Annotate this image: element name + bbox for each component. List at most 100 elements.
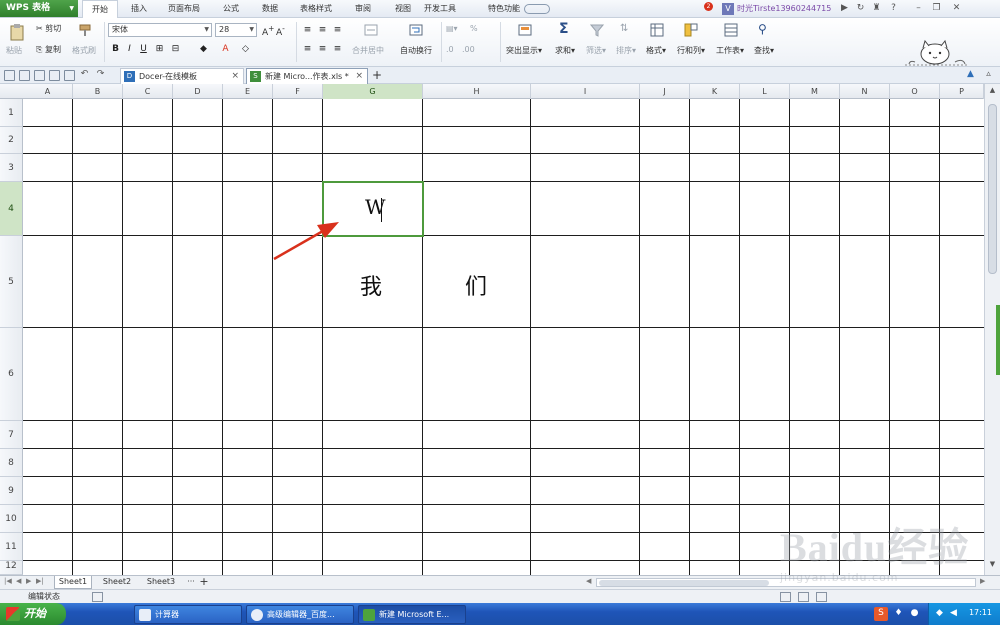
last-sheet-icon[interactable]: ▶| xyxy=(36,577,44,585)
close-icon[interactable]: × xyxy=(355,69,363,84)
number-format-icon[interactable]: ▤▾ xyxy=(446,24,458,33)
minimize-icon[interactable]: – xyxy=(912,2,925,15)
format-painter-button[interactable]: 格式刷 xyxy=(72,45,96,56)
scrollbar-thumb[interactable] xyxy=(988,104,997,274)
sort-icon[interactable]: ⇅ xyxy=(620,23,628,34)
row-header-9[interactable]: 9 xyxy=(0,477,23,505)
tab-data[interactable]: 数据 xyxy=(255,0,285,17)
tray-icon[interactable]: ♦ xyxy=(892,607,905,620)
column-header-g[interactable]: G xyxy=(323,84,423,99)
font-size-select[interactable]: 28 ▼ xyxy=(215,23,257,37)
wrap-text-button[interactable]: 自动换行 xyxy=(400,45,432,56)
italic-button[interactable]: I xyxy=(124,43,135,55)
next-sheet-icon[interactable]: ▶ xyxy=(26,577,31,585)
sort-button[interactable]: 排序▾ xyxy=(616,45,636,56)
column-header-n[interactable]: N xyxy=(840,84,890,99)
paste-icon[interactable] xyxy=(8,23,26,41)
tab-review[interactable]: 审阅 xyxy=(348,0,378,17)
align-top-icon[interactable]: ≡ xyxy=(302,24,313,36)
tab-insert[interactable]: 插入 xyxy=(124,0,154,17)
tab-view[interactable]: 视图 xyxy=(388,0,418,17)
macro-record-icon[interactable] xyxy=(92,592,103,602)
align-right-icon[interactable]: ≡ xyxy=(332,43,343,55)
side-panel-handle[interactable] xyxy=(996,305,1000,375)
tab-special-features[interactable]: 特色功能 xyxy=(484,0,524,17)
highlight-button[interactable]: 突出显示▾ xyxy=(506,45,542,56)
cut-button[interactable]: ✂ 剪切 xyxy=(36,23,61,34)
tab-workbook[interactable]: S 新建 Micro...作表.xls * × xyxy=(246,68,368,84)
row-header-6[interactable]: 6 xyxy=(0,328,23,421)
first-sheet-icon[interactable]: |◀ xyxy=(4,577,12,585)
vip-user-icon[interactable]: V xyxy=(722,3,734,15)
format-icon[interactable] xyxy=(650,23,664,37)
row-header-7[interactable]: 7 xyxy=(0,421,23,449)
row-header-11[interactable]: 11 xyxy=(0,533,23,561)
column-header-i[interactable]: I xyxy=(531,84,640,99)
decrease-decimal-icon[interactable]: .00 xyxy=(462,45,475,54)
row-header-12[interactable]: 12 xyxy=(0,561,23,575)
merge-center-button[interactable]: 合并居中 xyxy=(352,45,384,56)
fill-color-icon[interactable]: ◆ xyxy=(198,43,209,55)
column-header-e[interactable]: E xyxy=(223,84,273,99)
column-header-o[interactable]: O xyxy=(890,84,940,99)
align-left-icon[interactable]: ≡ xyxy=(302,43,313,55)
align-center-icon[interactable]: ≡ xyxy=(317,43,328,55)
tab-docer-templates[interactable]: D Docer-在线模板 × xyxy=(120,68,244,84)
row-header-4[interactable]: 4 xyxy=(0,182,23,236)
scroll-down-icon[interactable]: ▼ xyxy=(985,560,1000,572)
print-icon[interactable] xyxy=(49,70,60,81)
tray-icon[interactable]: ● xyxy=(908,607,921,620)
borders-icon[interactable]: ⊞ xyxy=(154,43,165,55)
row-header-3[interactable]: 3 xyxy=(0,154,23,182)
scroll-right-icon[interactable]: ▶ xyxy=(980,577,985,585)
highlight-icon[interactable] xyxy=(518,23,532,37)
redo-icon[interactable]: ↷ xyxy=(94,68,107,81)
sheet-tab-sheet1[interactable]: Sheet1 xyxy=(54,576,92,589)
merge-center-icon[interactable] xyxy=(364,23,378,37)
column-header-m[interactable]: M xyxy=(790,84,840,99)
row-header-10[interactable]: 10 xyxy=(0,505,23,533)
taskbar-item-browser[interactable]: 高级编辑器_百度... xyxy=(246,605,354,624)
upload-icon[interactable]: ▲ xyxy=(964,68,977,81)
spreadsheet-grid[interactable]: W 我 们 xyxy=(23,99,984,575)
font-name-select[interactable]: 宋体 ▼ xyxy=(108,23,212,37)
underline-button[interactable]: U xyxy=(138,43,149,55)
cloud-icon[interactable] xyxy=(524,4,550,14)
tab-table-style[interactable]: 表格样式 xyxy=(294,0,338,17)
scroll-left-icon[interactable]: ◀ xyxy=(586,577,591,585)
notification-badge[interactable]: 2 xyxy=(704,2,713,11)
print-preview-icon[interactable] xyxy=(64,70,75,81)
increase-font-size-button[interactable]: A+ xyxy=(262,24,274,38)
more-sheets-icon[interactable]: ··· xyxy=(184,576,198,589)
tab-page-layout[interactable]: 页面布局 xyxy=(162,0,206,17)
column-header-c[interactable]: C xyxy=(123,84,173,99)
user-account-name[interactable]: 时光Tirste13960244715 xyxy=(737,0,831,17)
sheet-tab-sheet2[interactable]: Sheet2 xyxy=(98,576,136,589)
worksheet-button[interactable]: 工作表▾ xyxy=(716,45,744,56)
column-header-p[interactable]: P xyxy=(940,84,984,99)
tab-developer-tools[interactable]: 开发工具 xyxy=(420,0,460,17)
filter-button[interactable]: 筛选▾ xyxy=(586,45,606,56)
wrap-text-icon[interactable] xyxy=(409,23,423,37)
column-header-j[interactable]: J xyxy=(640,84,690,99)
refresh-icon[interactable]: ↻ xyxy=(854,2,867,15)
tab-formula[interactable]: 公式 xyxy=(216,0,246,17)
skin-icon[interactable]: ♜ xyxy=(870,2,883,15)
bold-button[interactable]: B xyxy=(110,43,121,55)
row-header-5[interactable]: 5 xyxy=(0,236,23,328)
undo-icon[interactable]: ↶ xyxy=(78,68,91,81)
volume-icon[interactable]: ◀ xyxy=(947,607,960,620)
close-icon[interactable]: ✕ xyxy=(950,2,963,15)
restore-icon[interactable]: ❐ xyxy=(930,2,943,15)
tab-start[interactable]: 开始 xyxy=(82,0,118,18)
decrease-font-size-button[interactable]: A- xyxy=(276,24,285,38)
format-painter-icon[interactable] xyxy=(78,23,92,37)
row-header-2[interactable]: 2 xyxy=(0,127,23,154)
save-icon[interactable] xyxy=(19,70,30,81)
column-header-a[interactable]: A xyxy=(23,84,73,99)
taskbar-item-calculator[interactable]: 计算器 xyxy=(134,605,242,624)
sheet-tab-sheet3[interactable]: Sheet3 xyxy=(142,576,180,589)
clock[interactable]: 17:11 xyxy=(969,608,992,617)
column-header-b[interactable]: B xyxy=(73,84,123,99)
cell-style-icon[interactable]: ⊟ xyxy=(170,43,181,55)
